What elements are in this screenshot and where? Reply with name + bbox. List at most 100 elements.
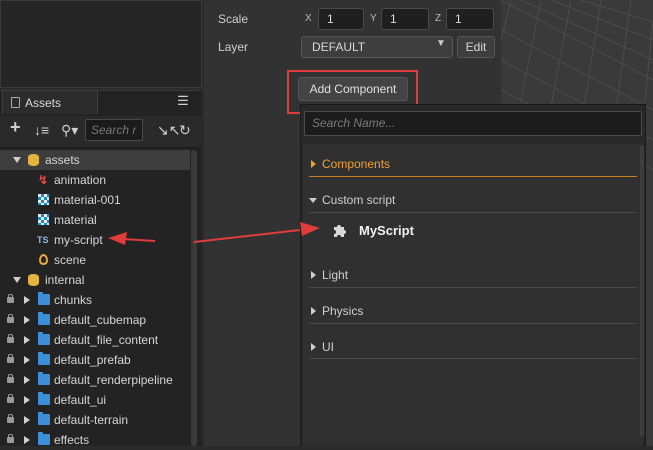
folder-icon xyxy=(38,332,50,345)
folder-icon xyxy=(38,292,50,305)
tree-row-default-prefab[interactable]: default_prefab xyxy=(0,350,190,370)
custom-script-arrow-icon[interactable] xyxy=(309,198,317,203)
tree-row-default-cubemap[interactable]: default_cubemap xyxy=(0,310,190,330)
component-search-input[interactable]: Search Name... xyxy=(304,111,642,136)
tree-item-label: material xyxy=(54,213,97,227)
tree-row-material[interactable]: material xyxy=(0,210,190,230)
collapsed-arrow-icon[interactable] xyxy=(24,376,30,384)
tree-row-assets[interactable]: assets xyxy=(0,150,190,170)
collapsed-arrow-icon[interactable] xyxy=(24,316,30,324)
collapse-icon[interactable]: ↘↖ xyxy=(157,122,180,138)
expand-arrow-icon[interactable] xyxy=(13,157,21,163)
tree-row-material-001[interactable]: material-001 xyxy=(0,190,190,210)
edit-layer-button[interactable]: Edit xyxy=(457,36,495,58)
animation-icon: ↯ xyxy=(38,173,49,187)
folder-icon xyxy=(38,352,50,365)
material-icon xyxy=(38,214,49,225)
tree-item-label: default_cubemap xyxy=(54,313,147,327)
tree-item-label: my-script xyxy=(54,233,103,247)
tree-row-default-renderpipeline[interactable]: default_renderpipeline xyxy=(0,370,190,390)
scale-x-input[interactable]: 1 xyxy=(318,8,364,30)
search-filter-icon[interactable]: ⚲▾ xyxy=(61,122,78,138)
ui-arrow-icon[interactable] xyxy=(311,343,316,351)
tree-item-label: material-001 xyxy=(54,193,121,207)
components-arrow-icon[interactable] xyxy=(311,160,316,168)
tree-row-chunks[interactable]: chunks xyxy=(0,290,190,310)
lock-icon xyxy=(7,294,14,303)
divider xyxy=(309,323,637,324)
lock-icon xyxy=(7,434,14,443)
collapsed-arrow-icon[interactable] xyxy=(24,356,30,364)
physics-arrow-icon[interactable] xyxy=(311,307,316,315)
divider xyxy=(309,212,637,213)
folder-icon xyxy=(38,312,50,325)
lock-icon xyxy=(7,374,14,383)
scale-z-axis-label: Z xyxy=(435,13,442,24)
scale-x-axis-label: X xyxy=(305,13,312,24)
tree-row-default-terrain[interactable]: default-terrain xyxy=(0,410,190,430)
tree-item-label: internal xyxy=(45,273,85,287)
collapsed-arrow-icon[interactable] xyxy=(24,396,30,404)
tree-row-animation[interactable]: ↯ animation xyxy=(0,170,190,190)
scale-z-input[interactable]: 1 xyxy=(446,8,494,30)
category-components[interactable]: Components xyxy=(322,157,390,171)
folder-icon xyxy=(38,432,50,445)
tree-row-scene[interactable]: scene xyxy=(0,250,190,270)
components-underline xyxy=(309,176,637,177)
category-physics[interactable]: Physics xyxy=(322,304,363,318)
folder-icon xyxy=(38,372,50,385)
tree-scrollbar[interactable] xyxy=(191,150,197,446)
expand-arrow-icon[interactable] xyxy=(13,277,21,283)
scale-label: Scale xyxy=(218,12,249,26)
component-item-myscript[interactable]: MyScript xyxy=(331,220,531,244)
sort-icon[interactable]: ↓≡ xyxy=(34,122,49,138)
tree-item-label: default_ui xyxy=(54,393,107,407)
dropdown-caret-icon: ▼ xyxy=(436,38,446,49)
lock-icon xyxy=(7,334,14,343)
category-ui[interactable]: UI xyxy=(322,340,334,354)
hamburger-menu-icon[interactable]: ☰ xyxy=(176,94,190,108)
tree-item-label: default_file_content xyxy=(54,333,159,347)
collapsed-arrow-icon[interactable] xyxy=(24,436,30,444)
puzzle-icon xyxy=(334,225,346,237)
layer-label: Layer xyxy=(218,40,249,54)
refresh-icon[interactable]: ↻ xyxy=(179,122,191,138)
collapsed-arrow-icon[interactable] xyxy=(24,336,30,344)
tree-row-my-script[interactable]: TS my-script xyxy=(0,230,190,250)
tree-row-internal[interactable]: internal xyxy=(0,270,190,290)
light-arrow-icon[interactable] xyxy=(311,271,316,279)
lock-icon xyxy=(7,354,14,363)
myscript-label: MyScript xyxy=(359,223,414,238)
category-custom-script[interactable]: Custom script xyxy=(322,193,395,207)
assets-tab-icon xyxy=(11,97,20,108)
collapsed-arrow-icon[interactable] xyxy=(24,416,30,424)
tree-item-label: assets xyxy=(45,153,80,167)
tree-row-default-file-content[interactable]: default_file_content xyxy=(0,330,190,350)
divider xyxy=(309,287,637,288)
scale-y-axis-label: Y xyxy=(370,13,377,24)
popup-scrollbar[interactable] xyxy=(640,146,644,436)
tree-item-label: animation xyxy=(54,173,107,187)
database-icon xyxy=(28,154,39,166)
add-icon[interactable]: + xyxy=(10,118,21,136)
layer-select[interactable]: DEFAULT xyxy=(301,36,453,58)
collapsed-arrow-icon[interactable] xyxy=(24,296,30,304)
preview-panel xyxy=(0,0,202,88)
scale-y-input[interactable]: 1 xyxy=(381,8,429,30)
category-light[interactable]: Light xyxy=(322,268,348,282)
assets-tab-label: Assets xyxy=(25,96,62,110)
tree-item-label: default_renderpipeline xyxy=(54,373,173,387)
lock-icon xyxy=(7,314,14,323)
tree-row-default-ui[interactable]: default_ui xyxy=(0,390,190,410)
database-icon xyxy=(28,274,39,286)
assets-search-input[interactable]: Search r xyxy=(85,119,143,141)
component-list xyxy=(303,144,643,446)
tree-item-label: default-terrain xyxy=(54,413,129,427)
tree-item-label: chunks xyxy=(54,293,93,307)
material-icon xyxy=(38,194,49,205)
folder-icon xyxy=(38,412,50,425)
assets-tab[interactable]: Assets xyxy=(2,90,98,114)
typescript-icon: TS xyxy=(37,235,49,245)
lock-icon xyxy=(7,414,14,423)
tree-row-effects[interactable]: effects xyxy=(0,430,190,450)
